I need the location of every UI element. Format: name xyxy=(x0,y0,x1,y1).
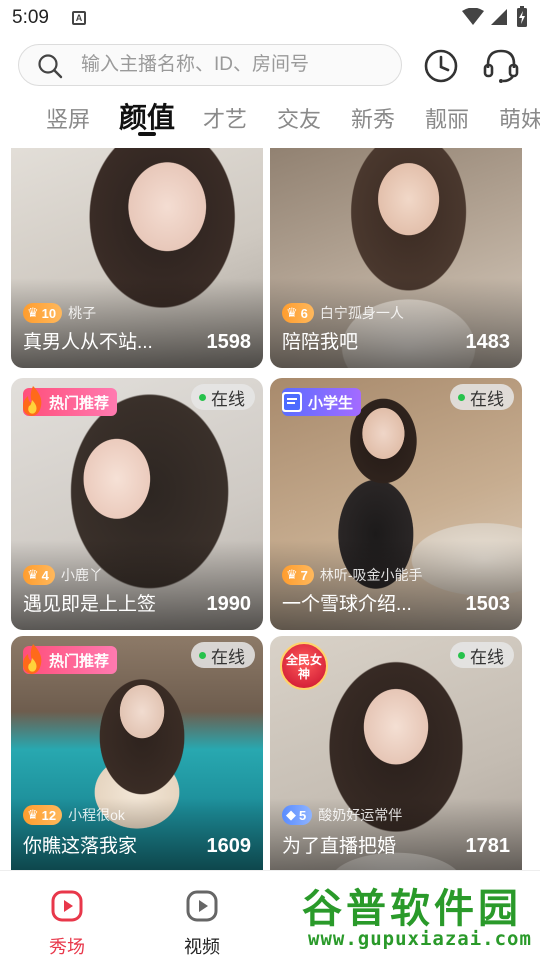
room-title: 陪陪我吧 xyxy=(282,332,359,353)
viewer-count: 1503 xyxy=(465,593,511,615)
signal-icon xyxy=(491,9,507,25)
hot-recommend-badge: 热门推荐 xyxy=(23,386,118,416)
status-bar: 5:09 A xyxy=(0,0,540,36)
live-play-icon xyxy=(51,890,83,922)
watermark-overlay: 谷普软件园 www.gupuxiazai.com xyxy=(296,872,540,958)
tab-newcomer[interactable]: 新秀 xyxy=(351,102,395,134)
crown-icon: ♛ xyxy=(286,567,298,582)
nav-item-show[interactable]: 秀场 xyxy=(13,871,121,960)
live-room-card[interactable]: ♛ 6 白宁孤身一人 陪陪我吧 1483 xyxy=(270,148,522,368)
tab-cute[interactable]: 萌妹 xyxy=(499,102,540,134)
category-tabs: 竖屏 颜值 才艺 交友 新秀 靓丽 萌妹 xyxy=(0,90,540,142)
live-room-card[interactable]: 小学生 在线 ♛ 7 林听-吸金小能手 一个雪球介绍... 1503 xyxy=(270,378,522,630)
level-badge: ♛ 4 xyxy=(23,565,55,585)
host-name: 林听-吸金小能手 xyxy=(319,567,423,583)
host-info: ♛ 10 桃子 xyxy=(23,302,96,324)
host-name: 酸奶好运常伴 xyxy=(318,807,403,823)
watermark-url: www.gupuxiazai.com xyxy=(308,928,532,950)
viewer-count: 1483 xyxy=(465,331,511,353)
fire-icon xyxy=(23,386,42,416)
viewer-count: 1990 xyxy=(206,593,252,615)
host-name: 白宁孤身一人 xyxy=(319,305,404,321)
crown-icon: ♛ xyxy=(27,567,39,582)
live-room-card[interactable]: 热门推荐 在线 ♛ 4 小鹿丫 遇见即是上上签 1990 xyxy=(11,378,263,630)
room-title: 为了直播把婚 xyxy=(282,836,397,857)
level-badge: ♛ 6 xyxy=(282,303,314,323)
search-bar[interactable] xyxy=(18,44,402,86)
host-info: ♛ 12 小程很ok xyxy=(23,804,125,826)
notification-a-icon: A xyxy=(72,11,86,25)
diamond-icon: ◆ xyxy=(286,807,296,822)
fire-icon xyxy=(23,644,42,674)
battery-charging-icon xyxy=(517,6,527,27)
level-badge: ♛ 12 xyxy=(23,805,63,825)
search-input[interactable] xyxy=(81,51,381,79)
active-tab-indicator xyxy=(138,132,156,136)
online-status-badge: 在线 xyxy=(450,384,514,410)
online-status-badge: 在线 xyxy=(450,642,514,668)
online-status-badge: 在线 xyxy=(191,642,255,668)
room-title: 遇见即是上上签 xyxy=(23,594,157,615)
customer-service-headset-icon[interactable] xyxy=(480,44,522,86)
crown-icon: ♛ xyxy=(27,305,39,320)
room-title: 一个雪球介绍... xyxy=(282,594,412,615)
live-room-card[interactable]: 热门推荐 在线 ♛ 12 小程很ok 你瞧这落我家 1609 xyxy=(11,636,263,870)
tab-vertical[interactable]: 竖屏 xyxy=(46,102,90,134)
tab-talent[interactable]: 才艺 xyxy=(203,102,247,134)
level-badge: ◆ 5 xyxy=(282,805,313,825)
viewer-count: 1781 xyxy=(465,835,511,857)
crown-icon: ♛ xyxy=(27,807,39,822)
tab-dating[interactable]: 交友 xyxy=(277,102,321,134)
status-time: 5:09 xyxy=(12,7,49,28)
crown-icon: ♛ xyxy=(286,305,298,320)
level-badge: ♛ 10 xyxy=(23,303,63,323)
viewer-count: 1598 xyxy=(206,331,252,353)
host-name: 桃子 xyxy=(68,305,97,321)
tab-pretty[interactable]: 靓丽 xyxy=(425,102,469,134)
live-room-card[interactable]: 全民女神 在线 ◆ 5 酸奶好运常伴 为了直播把婚 1781 xyxy=(270,636,522,870)
viewer-count: 1609 xyxy=(206,835,252,857)
host-info: ◆ 5 酸奶好运常伴 xyxy=(282,804,402,826)
host-info: ♛ 4 小鹿丫 xyxy=(23,564,103,586)
hot-recommend-badge: 热门推荐 xyxy=(23,644,118,674)
nav-item-label: 秀场 xyxy=(49,937,85,957)
nav-item-video[interactable]: 视频 xyxy=(148,871,256,960)
live-room-card[interactable]: ♛ 10 桃子 真男人从不站... 1598 xyxy=(11,148,263,368)
history-clock-icon[interactable] xyxy=(421,46,461,86)
book-icon xyxy=(282,392,302,412)
host-name: 小程很ok xyxy=(68,807,125,823)
wifi-icon xyxy=(462,8,484,25)
online-status-badge: 在线 xyxy=(191,384,255,410)
level-badge: ♛ 7 xyxy=(282,565,314,585)
national-goddess-badge: 全民女神 xyxy=(280,642,328,690)
tab-beauty[interactable]: 颜值 xyxy=(119,96,175,136)
search-icon xyxy=(38,54,63,79)
video-play-icon xyxy=(186,890,218,922)
live-room-grid: ♛ 10 桃子 真男人从不站... 1598 ♛ 6 白宁孤身一人 陪陪我吧 148… xyxy=(0,148,540,870)
host-info: ♛ 6 白宁孤身一人 xyxy=(282,302,404,324)
room-title: 真男人从不站... xyxy=(23,332,153,353)
student-badge: 小学生 xyxy=(282,388,362,416)
watermark-title: 谷普软件园 xyxy=(302,886,522,932)
host-info: ♛ 7 林听-吸金小能手 xyxy=(282,564,423,586)
room-title: 你瞧这落我家 xyxy=(23,836,138,857)
host-name: 小鹿丫 xyxy=(60,567,103,583)
nav-item-label: 视频 xyxy=(184,937,220,957)
